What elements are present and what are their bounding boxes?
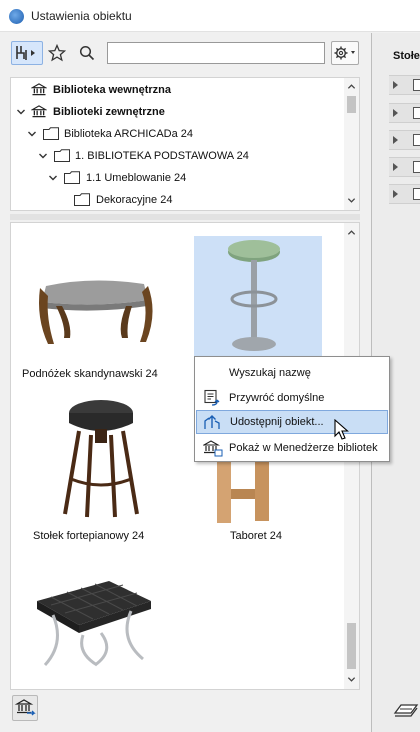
menu-item-label: Przywróć domyślne [229, 392, 325, 404]
ottoman-thumbnail [39, 280, 153, 344]
expand-arrow-icon [393, 109, 398, 117]
grid-item-ottoman[interactable]: Podnóżek skandynawski 24 [21, 243, 171, 383]
mouse-cursor-icon [334, 419, 349, 440]
parameters-icon [413, 107, 420, 119]
menu-item-show-in-library-manager[interactable]: Pokaż w Menedżerze bibliotek [196, 436, 388, 460]
search-input[interactable] [107, 42, 325, 64]
toolbar [0, 33, 370, 73]
pane-splitter[interactable] [10, 214, 360, 220]
library-tree: Biblioteka wewnętrzna Biblioteki zewnętr… [10, 77, 360, 211]
title-bar: Ustawienia obiektu [0, 0, 420, 32]
chair-filter-icon [16, 46, 35, 60]
object-caption: Stołek fortepianowy 24 [33, 530, 145, 542]
settings-button[interactable] [331, 41, 359, 65]
panel-section-5[interactable] [389, 184, 420, 204]
folder-icon [64, 171, 80, 184]
scroll-up-icon[interactable] [347, 82, 356, 91]
expand-arrow-icon [393, 163, 398, 171]
tree-item-label: 1.1 Umeblowanie 24 [86, 172, 187, 184]
tree-item-label: Biblioteka ARCHICADa 24 [64, 128, 194, 140]
chevron-down-icon[interactable] [27, 129, 37, 139]
panel-section-4[interactable] [389, 157, 420, 177]
listing-icon [413, 188, 420, 200]
layer-icon[interactable] [393, 699, 419, 721]
restore-icon [204, 389, 220, 406]
menu-item-label: Wyszukaj nazwę [229, 367, 311, 379]
tree-scrollbar[interactable] [344, 78, 359, 210]
context-menu: Wyszukaj nazwę Przywróć domyślne Udostęp… [194, 356, 390, 462]
tree-item-furniture[interactable]: 1.1 Umeblowanie 24 [11, 167, 346, 189]
scroll-up-icon[interactable] [347, 228, 356, 237]
favorites-button[interactable] [46, 41, 68, 65]
gear-icon [334, 46, 355, 60]
expand-arrow-icon [393, 81, 398, 89]
folder-icon [43, 127, 59, 140]
scroll-thumb[interactable] [347, 96, 356, 113]
menu-item-label: Pokaż w Menedżerze bibliotek [229, 442, 378, 454]
expand-arrow-icon [393, 136, 398, 144]
menu-item-find-name[interactable]: Wyszukaj nazwę [196, 361, 388, 385]
panel-section-1[interactable] [389, 75, 420, 95]
tree-item-external-libraries[interactable]: Biblioteki zewnętrzne [11, 101, 346, 123]
tree-item-basic-library[interactable]: 1. BIBLIOTEKA PODSTAWOWA 24 [11, 145, 346, 167]
library-manager-icon [14, 699, 36, 716]
chevron-down-icon[interactable] [38, 151, 48, 161]
panel-section-2[interactable] [389, 103, 420, 123]
library-icon [31, 83, 47, 96]
floor-plan-icon [413, 134, 420, 146]
tree-item-archicad-library[interactable]: Biblioteka ARCHICADa 24 [11, 123, 346, 145]
share-icon [204, 415, 220, 429]
folder-icon [74, 193, 90, 206]
scroll-down-icon[interactable] [347, 675, 356, 684]
archicad-app-icon [9, 9, 24, 24]
menu-item-restore-defaults[interactable]: Przywróć domyślne [196, 386, 388, 410]
taboret-thumbnail [217, 459, 269, 523]
window-title: Ustawienia obiektu [31, 9, 132, 23]
menu-item-share-object[interactable]: Udostępnij obiekt... [196, 410, 388, 434]
tree-item-internal-library[interactable]: Biblioteka wewnętrzna [11, 79, 346, 101]
search-icon [79, 45, 95, 61]
chevron-down-icon[interactable] [16, 107, 26, 117]
panel-section-3[interactable] [389, 130, 420, 150]
object-name-label: Stołek [393, 50, 420, 62]
chevron-down-icon[interactable] [48, 173, 58, 183]
tree-item-label: Dekoracyjne 24 [96, 194, 173, 206]
tree-item-label: 1. BIBLIOTEKA PODSTAWOWA 24 [75, 150, 249, 162]
bar-stool-thumbnail [228, 240, 280, 351]
object-caption: Podnóżek skandynawski 24 [22, 368, 158, 380]
scroll-down-icon[interactable] [347, 196, 356, 205]
scroll-thumb[interactable] [347, 623, 356, 669]
grid-item-bar-stool[interactable] [194, 236, 322, 358]
library-icon [31, 105, 47, 118]
grid-item-leather-bench[interactable] [31, 573, 161, 673]
star-icon [48, 44, 66, 62]
folder-icon [54, 149, 70, 162]
piano-stool-thumbnail [63, 400, 139, 518]
tree-item-label: Biblioteki zewnętrzne [53, 106, 165, 118]
grid-item-piano-stool[interactable]: Stołek fortepianowy 24 [21, 399, 181, 549]
object-caption: Taboret 24 [230, 530, 282, 542]
library-manager-icon [203, 440, 223, 457]
menu-item-label: Udostępnij obiekt... [230, 416, 324, 428]
object-type-filter-button[interactable] [11, 41, 43, 65]
tree-item-label: Biblioteka wewnętrzna [53, 84, 171, 96]
search-button[interactable] [76, 41, 98, 65]
expand-arrow-icon [393, 190, 398, 198]
tree-item-decorative[interactable]: Dekoracyjne 24 [11, 189, 346, 210]
leather-bench-thumbnail [37, 581, 151, 667]
model-icon [413, 161, 420, 173]
grid-item-taboret[interactable]: Taboret 24 [196, 459, 316, 549]
library-manager-button[interactable] [12, 695, 38, 721]
preview-icon [413, 79, 420, 91]
